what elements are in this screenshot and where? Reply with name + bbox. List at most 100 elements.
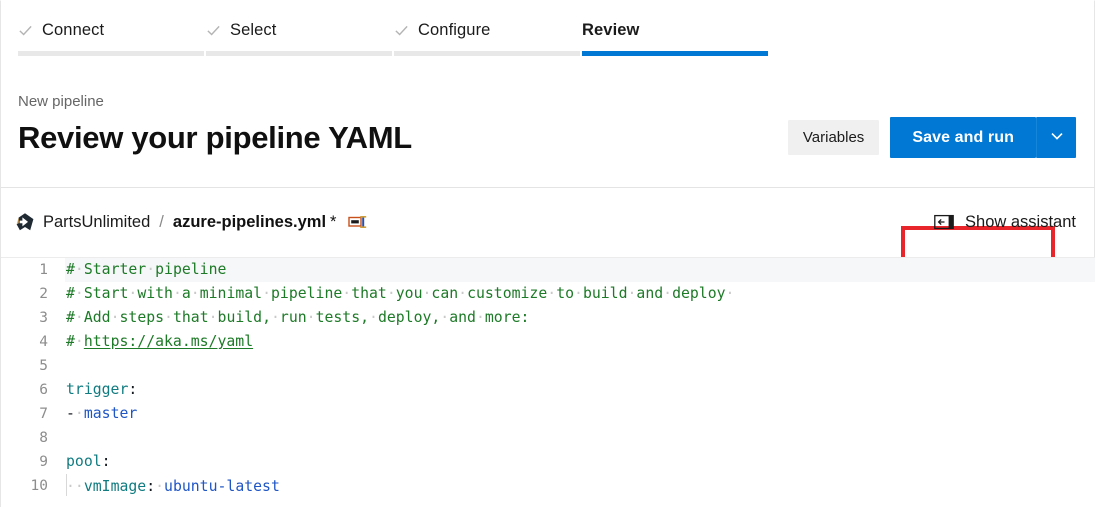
- line-number: 10: [30, 478, 48, 494]
- code-line-text[interactable]: [65, 426, 1095, 450]
- code-token-comment: to: [556, 285, 575, 302]
- code-token-ws: ·: [164, 309, 173, 326]
- rename-file-icon[interactable]: [348, 213, 369, 231]
- code-line[interactable]: 6 trigger:: [1, 378, 1095, 402]
- code-line[interactable]: 3 #·Add·steps·that·build,·run·tests,·depl…: [1, 306, 1095, 330]
- code-token-key: vmImage: [83, 478, 147, 495]
- code-token-ws: ·: [440, 309, 450, 326]
- code-token-comment: Start: [83, 285, 129, 302]
- title-row: Review your pipeline YAML Variables Save…: [18, 117, 1076, 289]
- code-token-comment: pipeline: [155, 261, 227, 278]
- wizard-tab-review[interactable]: Review: [582, 1, 782, 56]
- code-token-ws: ·: [574, 285, 583, 302]
- save-and-run-button[interactable]: Save and run: [890, 117, 1036, 158]
- code-token-comment: run: [279, 309, 307, 326]
- code-line-text[interactable]: pool:: [65, 450, 1095, 474]
- variables-button[interactable]: Variables: [787, 120, 880, 155]
- code-token-punc: :: [128, 381, 138, 398]
- code-token-comment: build,: [217, 309, 271, 326]
- code-token-ws: ·: [208, 309, 218, 326]
- code-line[interactable]: 5: [1, 354, 1095, 378]
- code-token-comment: tests,: [315, 309, 370, 326]
- tab-underline: [18, 51, 204, 56]
- code-token-comment: can: [431, 285, 459, 302]
- code-line-text[interactable]: #·Starter·pipeline: [65, 258, 1095, 282]
- code-token-ws: ·: [74, 333, 84, 350]
- save-and-run-split-button: Save and run: [890, 117, 1076, 158]
- file-bar: PartsUnlimited / azure-pipelines.yml * S…: [1, 188, 1095, 256]
- code-line-text[interactable]: #·Start·with·a·minimal·pipeline·that·you…: [65, 282, 1095, 306]
- code-line-text[interactable]: -·master: [65, 402, 1095, 426]
- code-token-ws: ·: [663, 285, 673, 302]
- code-line[interactable]: 9 pool:: [1, 450, 1095, 474]
- code-token-comment: a: [181, 285, 191, 302]
- code-line-text[interactable]: trigger:: [65, 378, 1095, 402]
- code-line[interactable]: 1 #·Starter·pipeline: [1, 258, 1095, 282]
- code-token-ws: ·: [74, 261, 84, 278]
- check-icon: [18, 23, 33, 38]
- code-token-comment: #: [66, 285, 75, 302]
- check-icon: [206, 23, 221, 38]
- code-token-ws: ·: [74, 478, 84, 495]
- code-line-text[interactable]: #·https://aka.ms/yaml: [65, 330, 1095, 354]
- code-token-ws: ·: [110, 309, 120, 326]
- line-number: 6: [39, 382, 48, 398]
- code-token-comment: and: [449, 309, 476, 326]
- line-number: 4: [39, 334, 48, 350]
- code-token-comment: that: [351, 285, 387, 302]
- code-token-ws: ·: [342, 285, 352, 302]
- code-token-dash: -: [66, 405, 75, 422]
- wizard-tab-configure[interactable]: Configure: [394, 1, 582, 56]
- page-title: Review your pipeline YAML: [18, 119, 412, 155]
- wizard-tab-connect[interactable]: Connect: [18, 1, 206, 56]
- code-token-punc: :: [101, 453, 111, 470]
- path-separator: /: [159, 212, 164, 231]
- breadcrumb: New pipeline: [18, 93, 104, 110]
- wizard-tab-label: Connect: [42, 20, 105, 39]
- show-assistant-toggle[interactable]: Show assistant: [934, 213, 1076, 232]
- code-line-text[interactable]: #·Add·steps·that·build,·run·tests,·deplo…: [65, 306, 1095, 330]
- code-token-comment: #: [66, 261, 75, 278]
- show-assistant-label: Show assistant: [965, 212, 1076, 231]
- code-token-comment: steps: [119, 309, 165, 326]
- code-token-comment: more:: [484, 309, 530, 326]
- code-token-ws: ·: [547, 285, 557, 302]
- save-and-run-dropdown-button[interactable]: [1036, 117, 1076, 158]
- code-token-comment: minimal: [199, 285, 263, 302]
- code-line[interactable]: 8: [1, 426, 1095, 450]
- code-line[interactable]: 2 #·Start·with·a·minimal·pipeline·that·yo…: [1, 282, 1095, 306]
- check-icon: [394, 23, 409, 38]
- line-number: 2: [39, 286, 48, 302]
- wizard-tab-label: Select: [230, 20, 277, 39]
- line-number: 5: [39, 358, 48, 374]
- code-token-value: master: [83, 405, 138, 422]
- repo-name[interactable]: PartsUnlimited: [43, 213, 150, 232]
- wizard-tab-label: Configure: [418, 20, 491, 39]
- code-token-ws: ·: [146, 261, 156, 278]
- code-token-ws: ·: [369, 309, 378, 326]
- code-line-text[interactable]: [65, 354, 1095, 378]
- tab-underline: [394, 51, 580, 56]
- code-line[interactable]: 10 ··vmImage:·ubuntu-latest: [1, 474, 1095, 498]
- code-token-ws: ·: [306, 309, 316, 326]
- yaml-code-editor[interactable]: 1 #·Starter·pipeline 2 #·Start·with·a·minim…: [1, 257, 1095, 508]
- code-token-comment: that: [172, 309, 209, 326]
- code-token-ws: ·: [74, 285, 84, 302]
- code-line-text[interactable]: ··vmImage:·ubuntu-latest: [65, 474, 1095, 499]
- code-token-ws: ·: [262, 285, 271, 302]
- code-token-comment: Add: [83, 309, 111, 326]
- code-line[interactable]: 4 #·https://aka.ms/yaml: [1, 330, 1095, 354]
- show-panel-icon: [934, 214, 954, 230]
- code-token-key: trigger: [66, 381, 129, 398]
- code-token-comment: you: [395, 285, 423, 302]
- wizard-tab-select[interactable]: Select: [206, 1, 394, 56]
- tab-underline-active: [582, 51, 768, 56]
- code-token-ws: ·: [74, 309, 84, 326]
- code-token-value: ubuntu-latest: [164, 478, 280, 495]
- line-number: 1: [39, 262, 48, 278]
- file-name: azure-pipelines.yml: [172, 212, 327, 231]
- code-line[interactable]: 7 -·master: [1, 402, 1095, 426]
- wizard-step-tabs: Connect Select Configure Review: [1, 1, 1095, 57]
- code-token-punc: :: [146, 478, 156, 495]
- line-number: 9: [39, 454, 48, 470]
